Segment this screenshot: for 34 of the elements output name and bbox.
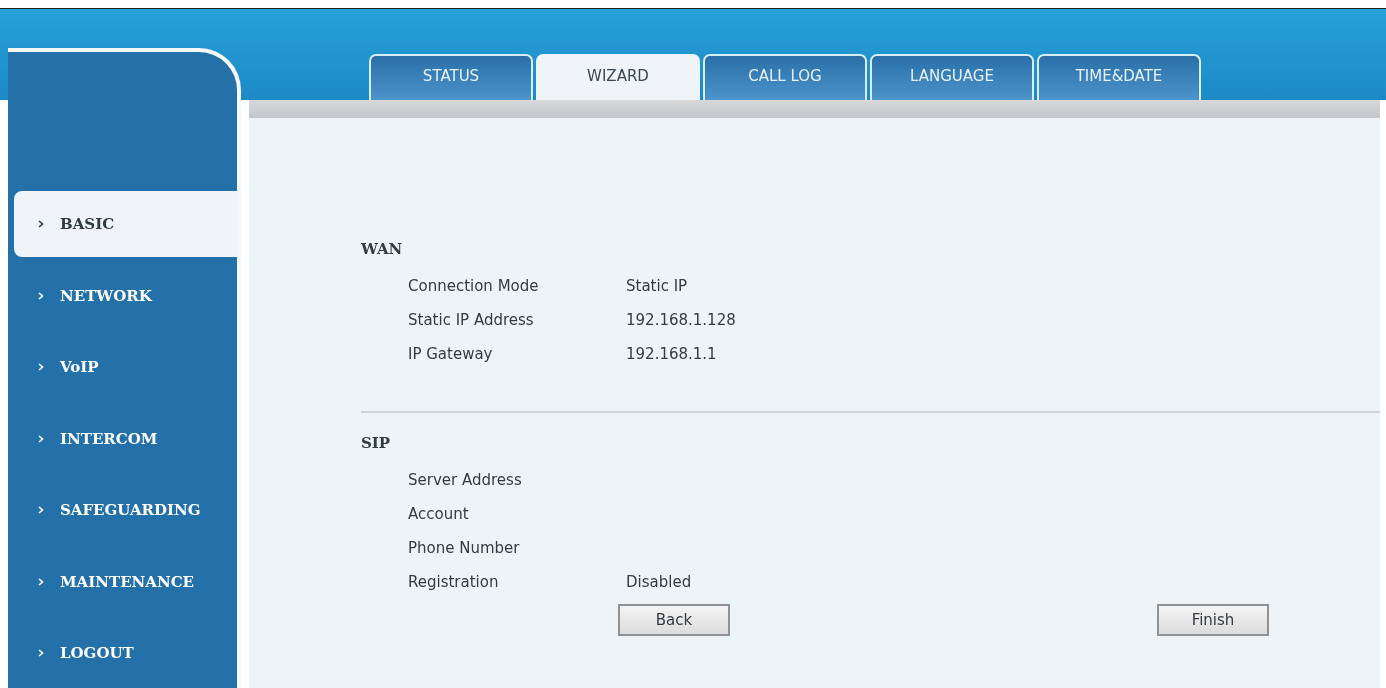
tab[interactable]: CALL LOG — [703, 54, 867, 100]
chevron-icon — [38, 577, 44, 586]
chevron-icon — [38, 220, 44, 228]
field-label: IP Gateway — [408, 344, 494, 365]
tab[interactable]: STATUS — [369, 54, 533, 100]
sidebar-item[interactable]: NETWORK — [8, 262, 237, 329]
chevron-icon — [38, 363, 44, 371]
field-label: Static IP Address — [408, 310, 535, 331]
field-label: Registration — [408, 572, 500, 593]
sidebar-item[interactable]: INTERCOM — [8, 405, 237, 472]
field-label: Account — [408, 504, 470, 525]
back-button[interactable]: Back — [618, 604, 730, 636]
field-value: Static IP — [626, 276, 688, 297]
sidebar-item[interactable]: SAFEGUARDING — [8, 477, 237, 543]
chevron-icon — [38, 434, 44, 443]
chevron-icon — [38, 291, 44, 300]
tab[interactable]: WIZARD — [536, 54, 700, 100]
finish-button[interactable]: Finish — [1157, 604, 1269, 636]
chevron-icon — [38, 649, 44, 657]
sidebar-item[interactable]: LOGOUT — [8, 620, 237, 686]
section-heading: WAN — [361, 239, 404, 260]
field-value: 192.168.1.128 — [626, 310, 736, 331]
field-label: Phone Number — [408, 538, 521, 559]
tab[interactable]: TIME&DATE — [1037, 54, 1201, 100]
sidebar-item[interactable]: VoIP — [8, 334, 237, 400]
sidebar-item[interactable]: MAINTENANCE — [8, 548, 237, 615]
field-label: Connection Mode — [408, 276, 540, 297]
sidebar-item[interactable]: BASIC — [14, 191, 237, 257]
field-label: Server Address — [408, 470, 523, 491]
chevron-icon — [38, 506, 44, 514]
field-value: Disabled — [626, 572, 692, 593]
field-value: 192.168.1.1 — [626, 344, 717, 365]
tab[interactable]: LANGUAGE — [870, 54, 1034, 100]
section-heading: SIP — [361, 433, 392, 454]
